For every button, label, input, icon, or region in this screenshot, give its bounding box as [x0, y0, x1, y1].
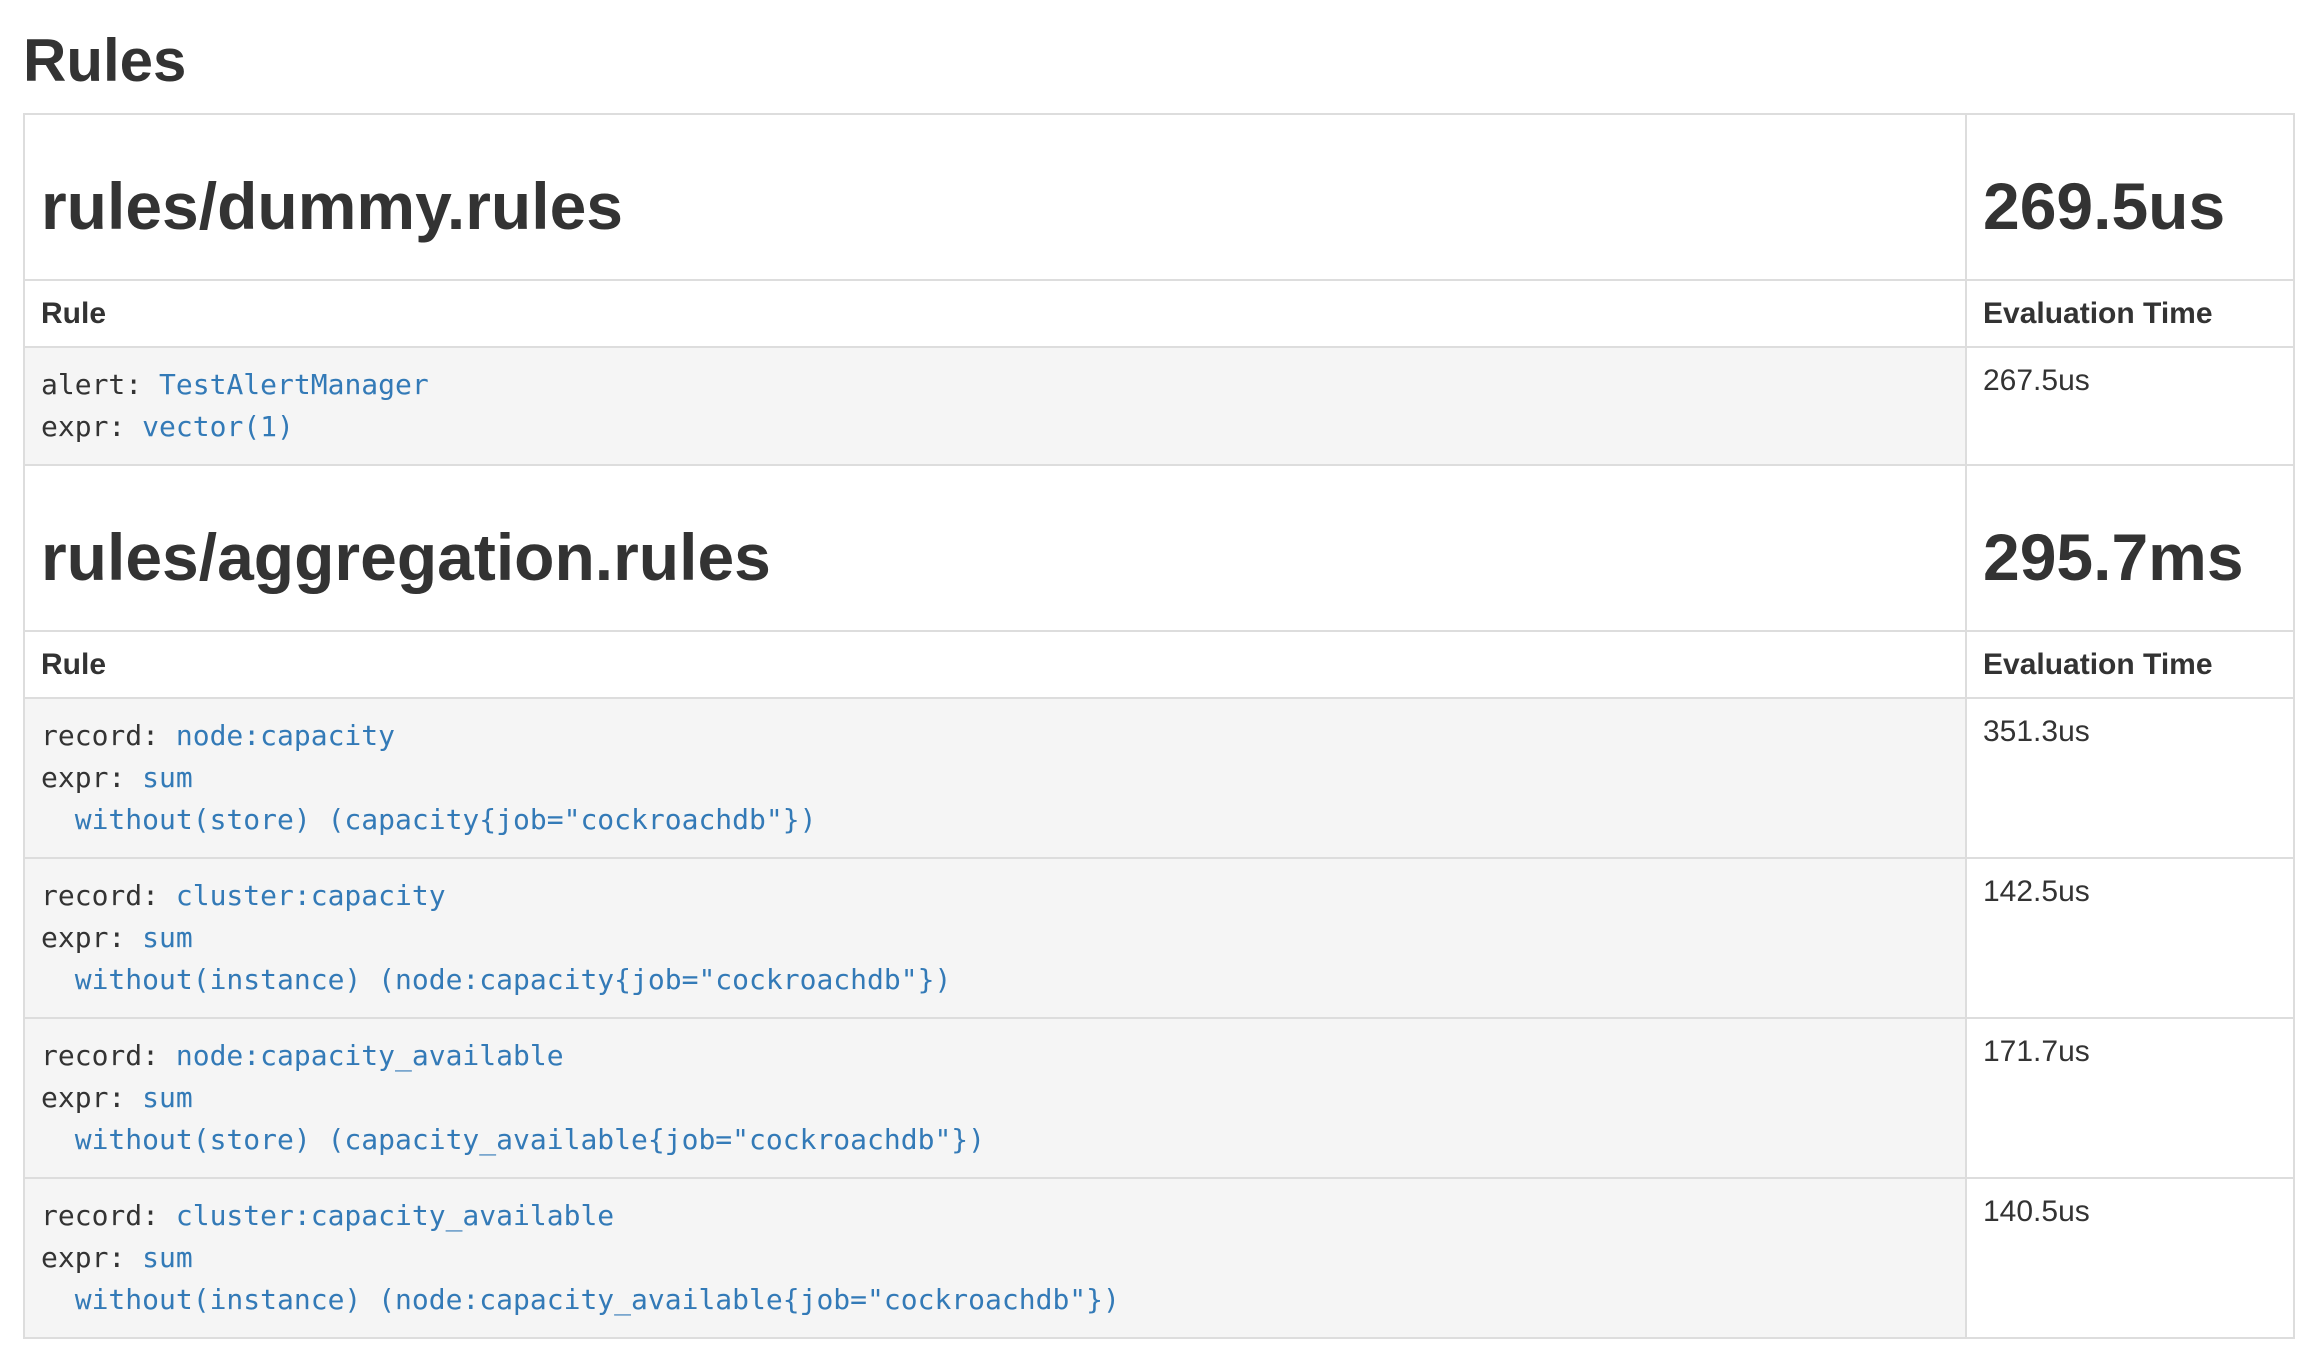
evaluation-time-column-header: Evaluation Time: [1966, 631, 2294, 698]
rules-page: Rules rules/dummy.rules 269.5us Rule Eva…: [23, 26, 2293, 1339]
rule-link[interactable]: without(instance) (node:capacity{job="co…: [41, 963, 951, 996]
rule-group-name: rules/dummy.rules: [41, 169, 1949, 245]
rule-link[interactable]: sum: [142, 1241, 193, 1274]
rule-code: record: node:capacity expr: sum without(…: [41, 715, 1949, 841]
rule-definition-cell: record: cluster:capacity expr: sum witho…: [24, 858, 1966, 1018]
rule-keyword: expr:: [41, 1081, 142, 1114]
rule-group-evaluation-time: 269.5us: [1983, 169, 2277, 245]
rule-group-name-cell: rules/aggregation.rules: [24, 465, 1966, 631]
rule-definition-cell: record: node:capacity_available expr: su…: [24, 1018, 1966, 1178]
rule-evaluation-time: 267.5us: [1966, 347, 2294, 465]
rule-column-header: Rule: [24, 280, 1966, 347]
rule-link[interactable]: node:capacity: [176, 719, 395, 752]
rule-keyword: record:: [41, 1199, 176, 1232]
column-header-row: Rule Evaluation Time: [24, 631, 2294, 698]
evaluation-time-column-header: Evaluation Time: [1966, 280, 2294, 347]
rule-group-time-cell: 269.5us: [1966, 114, 2294, 280]
rule-definition-cell: alert: TestAlertManager expr: vector(1): [24, 347, 1966, 465]
rule-evaluation-time: 351.3us: [1966, 698, 2294, 858]
rule-keyword: record:: [41, 1039, 176, 1072]
rule-link[interactable]: sum: [142, 921, 193, 954]
rule-link[interactable]: cluster:capacity_available: [176, 1199, 614, 1232]
rule-keyword: expr:: [41, 921, 142, 954]
rule-keyword: expr:: [41, 761, 142, 794]
rule-link[interactable]: node:capacity_available: [176, 1039, 564, 1072]
rule-definition-cell: record: node:capacity expr: sum without(…: [24, 698, 1966, 858]
rule-link[interactable]: without(store) (capacity_available{job="…: [41, 1123, 985, 1156]
rule-evaluation-time: 142.5us: [1966, 858, 2294, 1018]
rule-row: record: node:capacity expr: sum without(…: [24, 698, 2294, 858]
rule-evaluation-time: 171.7us: [1966, 1018, 2294, 1178]
rule-link[interactable]: without(store) (capacity{job="cockroachd…: [41, 803, 816, 836]
rule-group-name-cell: rules/dummy.rules: [24, 114, 1966, 280]
rule-column-header: Rule: [24, 631, 1966, 698]
rule-row: record: node:capacity_available expr: su…: [24, 1018, 2294, 1178]
rule-link[interactable]: sum: [142, 1081, 193, 1114]
rule-group-header-row: rules/dummy.rules 269.5us: [24, 114, 2294, 280]
rule-keyword: alert:: [41, 368, 159, 401]
rule-group-time-cell: 295.7ms: [1966, 465, 2294, 631]
rule-definition-cell: record: cluster:capacity_available expr:…: [24, 1178, 1966, 1338]
rule-evaluation-time: 140.5us: [1966, 1178, 2294, 1338]
rule-code: record: cluster:capacity expr: sum witho…: [41, 875, 1949, 1001]
rule-link[interactable]: vector(1): [142, 410, 294, 443]
rule-group-evaluation-time: 295.7ms: [1983, 520, 2277, 596]
rule-keyword: record:: [41, 879, 176, 912]
rule-keyword: expr:: [41, 410, 142, 443]
rule-code: alert: TestAlertManager expr: vector(1): [41, 364, 1949, 448]
rule-code: record: cluster:capacity_available expr:…: [41, 1195, 1949, 1321]
rule-link[interactable]: TestAlertManager: [159, 368, 429, 401]
rule-keyword: expr:: [41, 1241, 142, 1274]
rule-link[interactable]: sum: [142, 761, 193, 794]
rule-row: record: cluster:capacity expr: sum witho…: [24, 858, 2294, 1018]
column-header-row: Rule Evaluation Time: [24, 280, 2294, 347]
rules-table-body: rules/dummy.rules 269.5us Rule Evaluatio…: [24, 114, 2294, 1338]
rules-table: rules/dummy.rules 269.5us Rule Evaluatio…: [23, 113, 2295, 1339]
rule-link[interactable]: cluster:capacity: [176, 879, 446, 912]
rule-row: alert: TestAlertManager expr: vector(1) …: [24, 347, 2294, 465]
rule-row: record: cluster:capacity_available expr:…: [24, 1178, 2294, 1338]
rule-group-name: rules/aggregation.rules: [41, 520, 1949, 596]
rule-keyword: record:: [41, 719, 176, 752]
page-title: Rules: [23, 26, 2293, 95]
rule-group-header-row: rules/aggregation.rules 295.7ms: [24, 465, 2294, 631]
rule-link[interactable]: without(instance) (node:capacity_availab…: [41, 1283, 1120, 1316]
rule-code: record: node:capacity_available expr: su…: [41, 1035, 1949, 1161]
